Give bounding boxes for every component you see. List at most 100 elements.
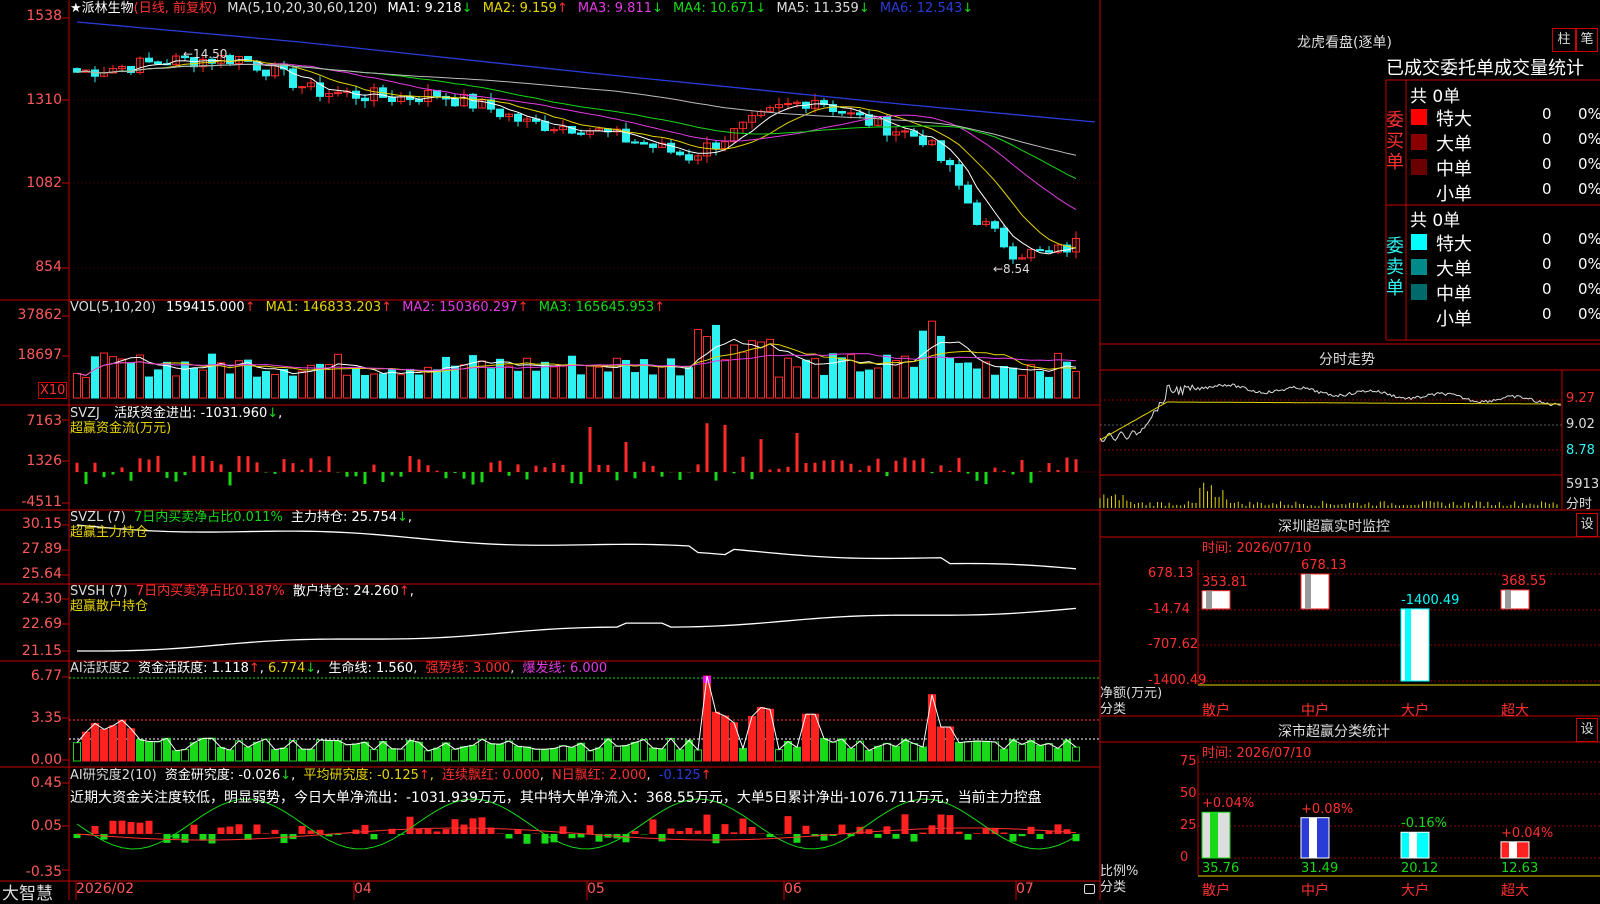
chart-mode[interactable]: (日线, 前复权) [134,1,217,16]
candle-body [452,99,459,106]
svzj-bar [1021,460,1024,472]
candle-body [551,130,558,131]
ai1-bar [1037,745,1044,761]
ai1-name: AI活跃度2 [70,661,130,676]
svzj-bar [481,472,484,482]
ai1-bar [551,749,558,761]
ai1-bar [254,742,261,761]
ai1-bar [614,746,621,761]
volume-chart [74,321,1080,398]
ai2-bar [461,825,468,834]
volume-bar [947,358,954,398]
candle-body [857,113,864,115]
volume-bar [335,354,342,398]
svsh-line [77,608,1076,651]
svzj-bar [580,472,583,484]
ai2-analysis-text: 近期大资金关注度较低，明显弱势，今日大单净流出：-1031.939万元，其中特大… [70,787,1100,807]
x-axis-label: 07 [1016,882,1034,897]
svzj-value: 活跃资金进出: -1031.960↓, [114,406,282,421]
buy-row-count: 0 [1542,130,1552,148]
ai1-bar [506,741,513,761]
star-icon[interactable]: ★ [70,1,82,16]
ai1-bar [740,748,747,761]
svzj-bar [490,462,493,472]
volume-bar [794,367,801,398]
svzj-bar [742,457,745,472]
buy-side-label: 委买单 [1386,110,1404,173]
volume-bar [659,366,666,398]
buy-row-pct: 0% [1578,105,1600,123]
ai2-extra: -0.125↑ [659,768,712,783]
volume-bar [533,371,540,398]
svzj-bar [778,469,781,472]
ai1-bar [146,742,153,761]
ai1-bar [650,748,657,761]
ai2-bar [155,833,162,834]
ai2-bar [110,821,117,834]
buy-row-count: 0 [1542,155,1552,173]
svzj-bar [166,472,169,478]
ai2-bar [947,815,954,834]
ai1-bar [407,740,414,761]
ai1-bar [1019,744,1026,761]
svzj-bar [499,461,502,472]
volume-bar [686,368,693,398]
sz-class-bar-shade [1210,812,1218,858]
ai2-bar [839,825,846,834]
svzj-bar [949,471,952,472]
candle-body [515,114,522,121]
volume-bar [623,360,630,398]
volume-bar [344,375,351,398]
sz-class-category: 大户 [1401,880,1429,900]
ai1-bar [326,740,333,761]
ai2-bar [227,826,234,834]
brand-logo[interactable]: 大智慧 [2,879,53,904]
sz-monitor-category: 大户 [1401,700,1429,720]
svzj-bar [634,472,637,478]
ai1-bar [974,741,981,761]
volume-bar [956,363,963,398]
sz-monitor-settings-button[interactable]: 设 [1576,513,1598,537]
svsh-ratio: 7日内买卖净占比0.187% [136,584,285,599]
buy-row-name: 特大 [1436,105,1472,131]
svzj-bar [994,468,997,472]
volume-bar [452,366,459,398]
svzj-bar [274,472,277,474]
svzj-bar [445,472,448,478]
sz-class-category: 中户 [1301,880,1329,900]
svzj-bar [175,472,178,482]
ai1-bar [632,742,639,761]
volume-bar [866,370,873,398]
ai2-bar [956,832,963,834]
svzj-y-tick: 1326 [0,453,62,469]
volume-bar [443,357,450,398]
ai1-bar [902,740,909,761]
tick-mode-button[interactable]: 笔 [1576,28,1598,52]
candle-body [713,143,720,148]
x-axis-label: 2026/02 [76,882,134,897]
ai2-bar [920,833,927,834]
bar-mode-button[interactable]: 柱 [1552,28,1576,52]
volume-bar [263,371,270,398]
candle-body [497,109,504,117]
candle-body [848,113,855,114]
ai2-bar [1001,833,1008,834]
ai1-bar [713,712,720,761]
volume-bar [371,374,378,398]
volume-bar [146,377,153,398]
ma120-line [77,22,1095,122]
sz-class-settings-button[interactable]: 设 [1576,718,1598,742]
svzl-y-tick: 27.89 [0,541,62,557]
ai1-bar [677,750,684,761]
svzj-bar [922,458,925,472]
intraday-y-tick: 9.02 [1566,417,1595,432]
stock-name[interactable]: 派林生物 [82,1,134,16]
svzj-bar [1039,471,1042,472]
volume-bar [677,376,684,398]
ai2-y-tick: -0.35 [0,864,62,880]
svzj-bar [76,463,79,472]
volume-bar [218,363,225,398]
lock-icon[interactable] [1084,884,1095,894]
volume-bar [578,375,585,398]
svzj-name: SVZJ [70,406,100,421]
